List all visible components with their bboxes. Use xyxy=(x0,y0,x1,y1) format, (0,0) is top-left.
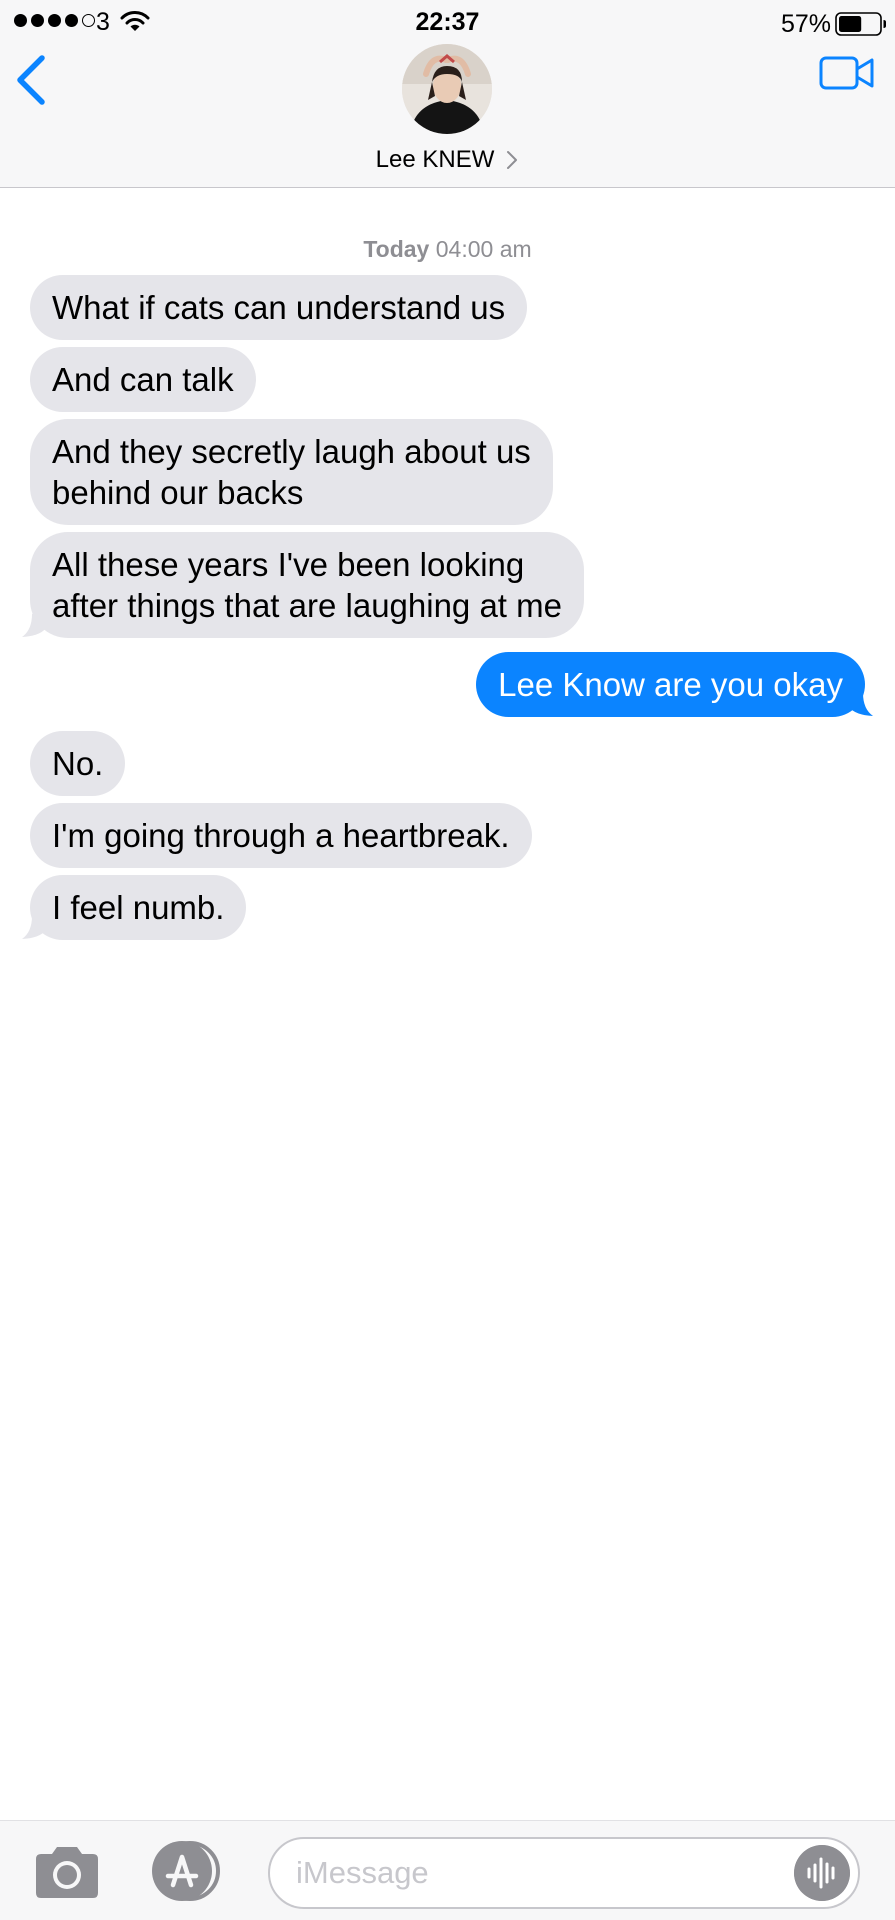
battery-fill xyxy=(839,16,862,32)
incoming-message-bubble[interactable]: I feel numb. xyxy=(30,875,247,940)
message-text-line: And can talk xyxy=(52,361,234,398)
avatar-photo xyxy=(402,44,492,134)
message-text-line: No. xyxy=(52,745,104,782)
contact-info-button[interactable]: Lee KNEW xyxy=(347,44,547,184)
battery-percentage: 57% xyxy=(780,10,831,38)
incoming-message-bubble[interactable]: And can talk xyxy=(30,347,256,412)
app-drawer-button[interactable] xyxy=(146,1839,226,1903)
bubble-tail xyxy=(22,910,46,939)
app-store-icon xyxy=(152,1841,220,1901)
message-text-line: What if cats can understand us xyxy=(52,289,506,326)
video-camera-icon xyxy=(819,56,874,90)
outgoing-message-bubble[interactable]: Lee Know are you okay xyxy=(476,652,865,717)
message-text-line: after things that are laughing at me xyxy=(52,587,562,624)
contact-name-row: Lee KNEW xyxy=(376,146,519,174)
imessage-input[interactable] xyxy=(268,1837,860,1909)
camera-icon xyxy=(36,1847,98,1898)
chevron-left-icon xyxy=(17,55,45,105)
camera-button[interactable] xyxy=(32,1843,102,1901)
incoming-message-bubble[interactable]: No. xyxy=(30,731,126,796)
timestamp-time: 04:00 am xyxy=(429,236,532,262)
contact-name: Lee KNEW xyxy=(375,146,495,173)
incoming-message-bubble[interactable]: And they secretly laugh about us behind o… xyxy=(30,419,553,525)
audio-message-button[interactable] xyxy=(794,1845,850,1901)
status-time: 22:37 xyxy=(415,8,480,36)
facetime-video-button[interactable] xyxy=(819,54,875,92)
bubble-tail xyxy=(22,608,46,637)
back-button[interactable] xyxy=(12,52,52,108)
message-timestamp: Today 04:00 am xyxy=(0,236,895,263)
incoming-message-bubble[interactable]: What if cats can understand us xyxy=(30,275,528,340)
compose-bar xyxy=(0,1820,895,1920)
timestamp-day: Today xyxy=(363,236,430,262)
bubble-tail xyxy=(849,687,873,716)
status-bar: 3 22:37 57% xyxy=(0,0,895,44)
message-text-line: All these years I've been looking xyxy=(52,546,525,583)
message-text-line: behind our backs xyxy=(52,474,304,511)
contact-avatar xyxy=(402,44,492,134)
message-text-line: I'm going through a heartbreak. xyxy=(52,817,510,854)
message-text-line: Lee Know are you okay xyxy=(498,666,843,703)
incoming-message-bubble[interactable]: I'm going through a heartbreak. xyxy=(30,803,532,868)
chevron-right-icon xyxy=(507,151,518,169)
incoming-message-bubble[interactable]: All these years I've been looking after t… xyxy=(30,532,584,638)
message-text-line: I feel numb. xyxy=(52,889,225,926)
battery-icon xyxy=(835,12,886,36)
messages-screen: 3 22:37 57% Lee KNEW Today 04:00 am What… xyxy=(0,0,895,1920)
message-text-line: And they secretly laugh about us xyxy=(52,433,531,470)
